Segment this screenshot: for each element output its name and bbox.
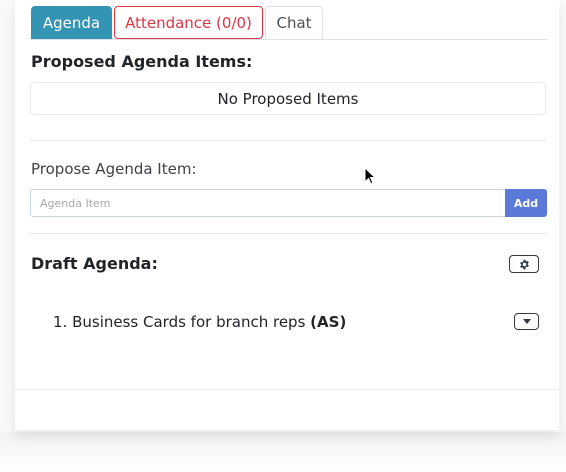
page-background-right xyxy=(560,0,566,472)
tab-agenda-label: Agenda xyxy=(42,13,101,32)
agenda-item-number: 1. xyxy=(53,313,68,331)
propose-item-input-group: Add xyxy=(30,189,547,217)
meeting-panel: Agenda Attendance (0/0) Chat Proposed Ag… xyxy=(15,0,559,430)
tab-agenda[interactable]: Agenda xyxy=(31,6,112,39)
tab-chat[interactable]: Chat xyxy=(265,6,323,39)
proposed-items-empty-text: No Proposed Items xyxy=(217,89,359,108)
tab-chat-label: Chat xyxy=(276,14,312,32)
draft-agenda-heading: Draft Agenda: xyxy=(31,254,158,273)
page-background-left xyxy=(0,0,15,472)
mouse-cursor-icon xyxy=(364,167,377,185)
page-background-bottom xyxy=(0,432,566,472)
proposed-items-empty-state: No Proposed Items xyxy=(30,82,546,115)
caret-down-icon xyxy=(522,319,531,324)
section-divider xyxy=(30,140,546,141)
section-divider xyxy=(30,233,546,234)
panel-footer-divider xyxy=(15,389,559,390)
proposed-items-heading: Proposed Agenda Items: xyxy=(31,52,253,71)
add-agenda-item-button[interactable]: Add xyxy=(505,189,547,217)
tab-attendance[interactable]: Attendance (0/0) xyxy=(114,6,263,39)
agenda-item-menu-button[interactable] xyxy=(514,313,539,330)
agenda-item-text: Business Cards for branch reps xyxy=(72,313,306,331)
tab-bar-underline xyxy=(31,39,547,40)
gear-icon xyxy=(519,259,529,269)
draft-agenda-settings-button[interactable] xyxy=(509,255,539,273)
tab-bar: Agenda Attendance (0/0) Chat xyxy=(31,6,325,39)
agenda-item-owner: (AS) xyxy=(310,313,347,331)
tab-attendance-label: Attendance (0/0) xyxy=(125,13,252,32)
draft-agenda-item: 1. Business Cards for branch reps (AS) xyxy=(53,313,346,331)
agenda-item-input[interactable] xyxy=(30,189,505,217)
propose-item-label: Propose Agenda Item: xyxy=(31,160,197,178)
